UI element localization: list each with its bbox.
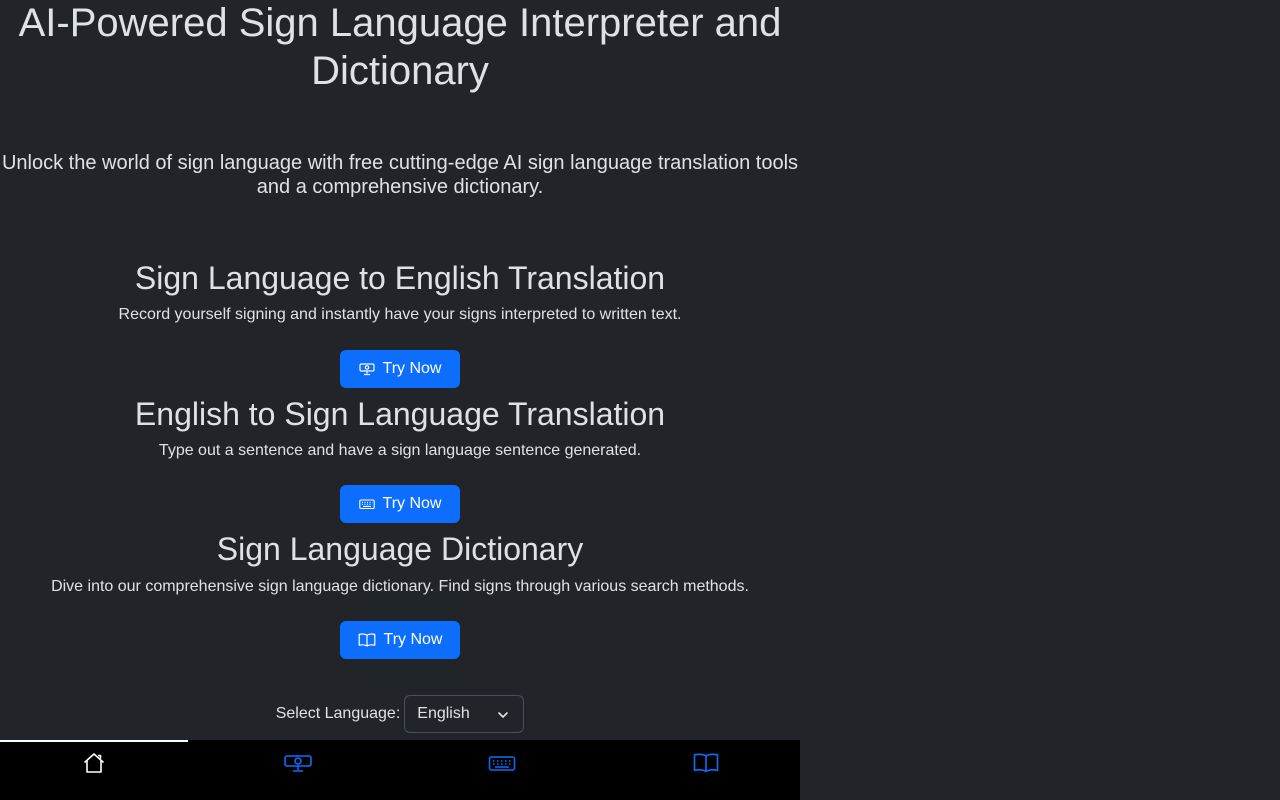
feature-title-english-to-sign: English to Sign Language Translation	[134, 396, 666, 432]
nav-item-home[interactable]	[0, 740, 188, 800]
language-label: Select Language:	[275, 705, 401, 722]
language-selector-row: Select Language: English	[0, 695, 800, 733]
page-subtitle: Unlock the world of sign language with f…	[1, 152, 799, 198]
try-now-button-sign-to-english[interactable]: Try Now	[340, 350, 460, 388]
nav-item-sign-to-english[interactable]	[196, 740, 400, 800]
feature-title-dictionary: Sign Language Dictionary	[216, 531, 584, 567]
keyboard-icon	[488, 751, 516, 800]
keyboard-icon	[358, 496, 375, 512]
try-now-button-english-to-sign[interactable]: Try Now	[340, 485, 460, 523]
app-root: AI-Powered Sign Language Interpreter and…	[0, 0, 800, 800]
feature-desc-dictionary: Dive into our comprehensive sign languag…	[51, 578, 749, 595]
language-select[interactable]: English	[404, 695, 525, 733]
nav-item-dictionary[interactable]	[604, 740, 808, 800]
home-icon	[82, 751, 106, 800]
webcam-icon	[284, 751, 312, 800]
try-now-button-dictionary[interactable]: Try Now	[340, 621, 460, 659]
book-icon	[693, 751, 719, 800]
bottom-nav	[0, 740, 800, 800]
language-selected-value: English	[417, 705, 470, 722]
feature-title-sign-to-english: Sign Language to English Translation	[134, 260, 666, 296]
nav-item-english-to-sign[interactable]	[400, 740, 604, 800]
feature-desc-sign-to-english: Record yourself signing and instantly ha…	[118, 306, 682, 323]
chevron-down-icon	[497, 708, 509, 726]
feature-desc-english-to-sign: Type out a sentence and have a sign lang…	[158, 442, 642, 459]
page-title: AI-Powered Sign Language Interpreter and…	[18, 1, 782, 93]
try-now-label: Try Now	[383, 631, 443, 648]
try-now-label: Try Now	[382, 360, 442, 377]
try-now-label: Try Now	[382, 495, 442, 512]
webcam-icon	[358, 361, 375, 377]
book-icon	[358, 632, 376, 648]
